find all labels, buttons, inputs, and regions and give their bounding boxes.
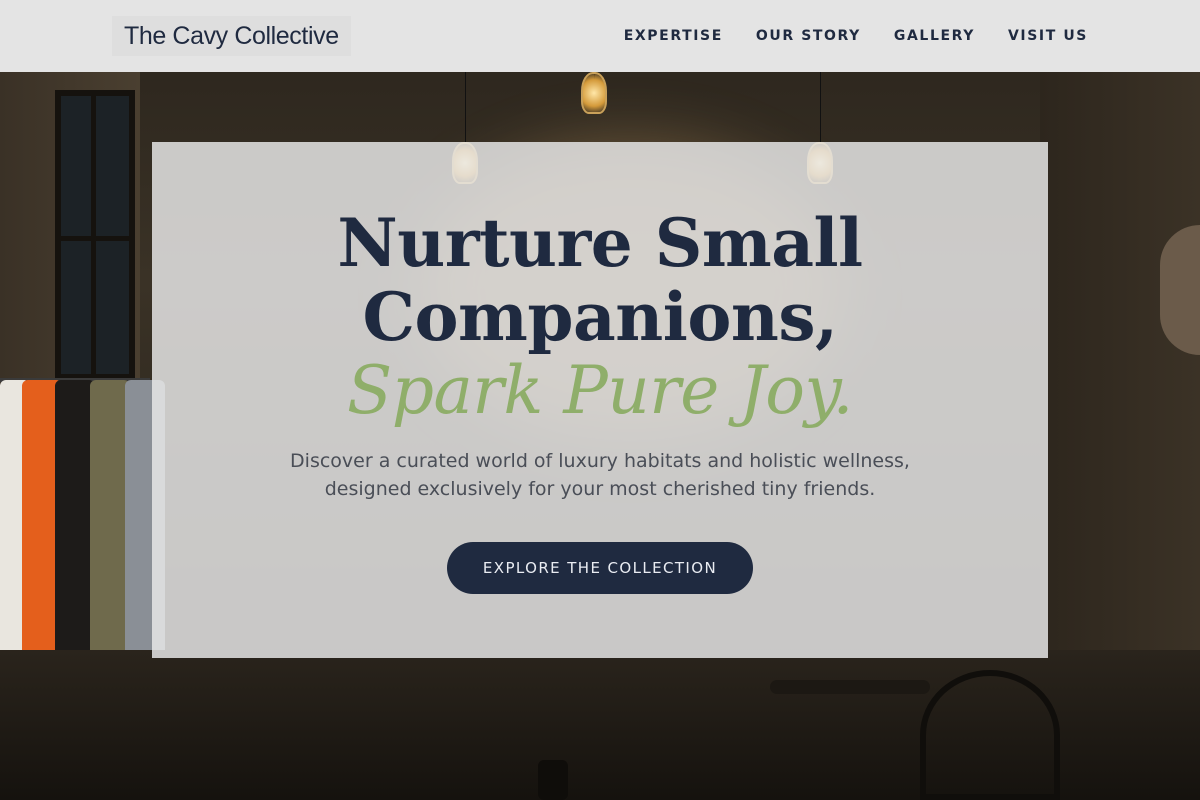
- hero-title-line-1: Nurture Small: [337, 204, 863, 282]
- nav-link-expertise[interactable]: EXPERTISE: [624, 28, 723, 44]
- nav-link-gallery[interactable]: GALLERY: [894, 28, 975, 44]
- hero-title-accent: Spark Pure Joy.: [346, 352, 854, 429]
- main-nav: EXPERTISE OUR STORY GALLERY VISIT US: [624, 0, 1088, 72]
- brand-logo[interactable]: The Cavy Collective: [112, 16, 351, 56]
- nav-link-visit-us[interactable]: VISIT US: [1008, 28, 1088, 44]
- hero-title-line-2: Companions,: [362, 278, 839, 356]
- explore-collection-button[interactable]: EXPLORE THE COLLECTION: [447, 542, 753, 594]
- hero-card: Nurture Small Companions, Spark Pure Joy…: [152, 142, 1048, 658]
- hero-title: Nurture Small Companions,: [152, 206, 1048, 354]
- hero-subtitle: Discover a curated world of luxury habit…: [290, 450, 910, 500]
- site-header: The Cavy Collective EXPERTISE OUR STORY …: [0, 0, 1200, 72]
- brand-name: The Cavy Collective: [124, 21, 339, 50]
- nav-link-our-story[interactable]: OUR STORY: [756, 28, 861, 44]
